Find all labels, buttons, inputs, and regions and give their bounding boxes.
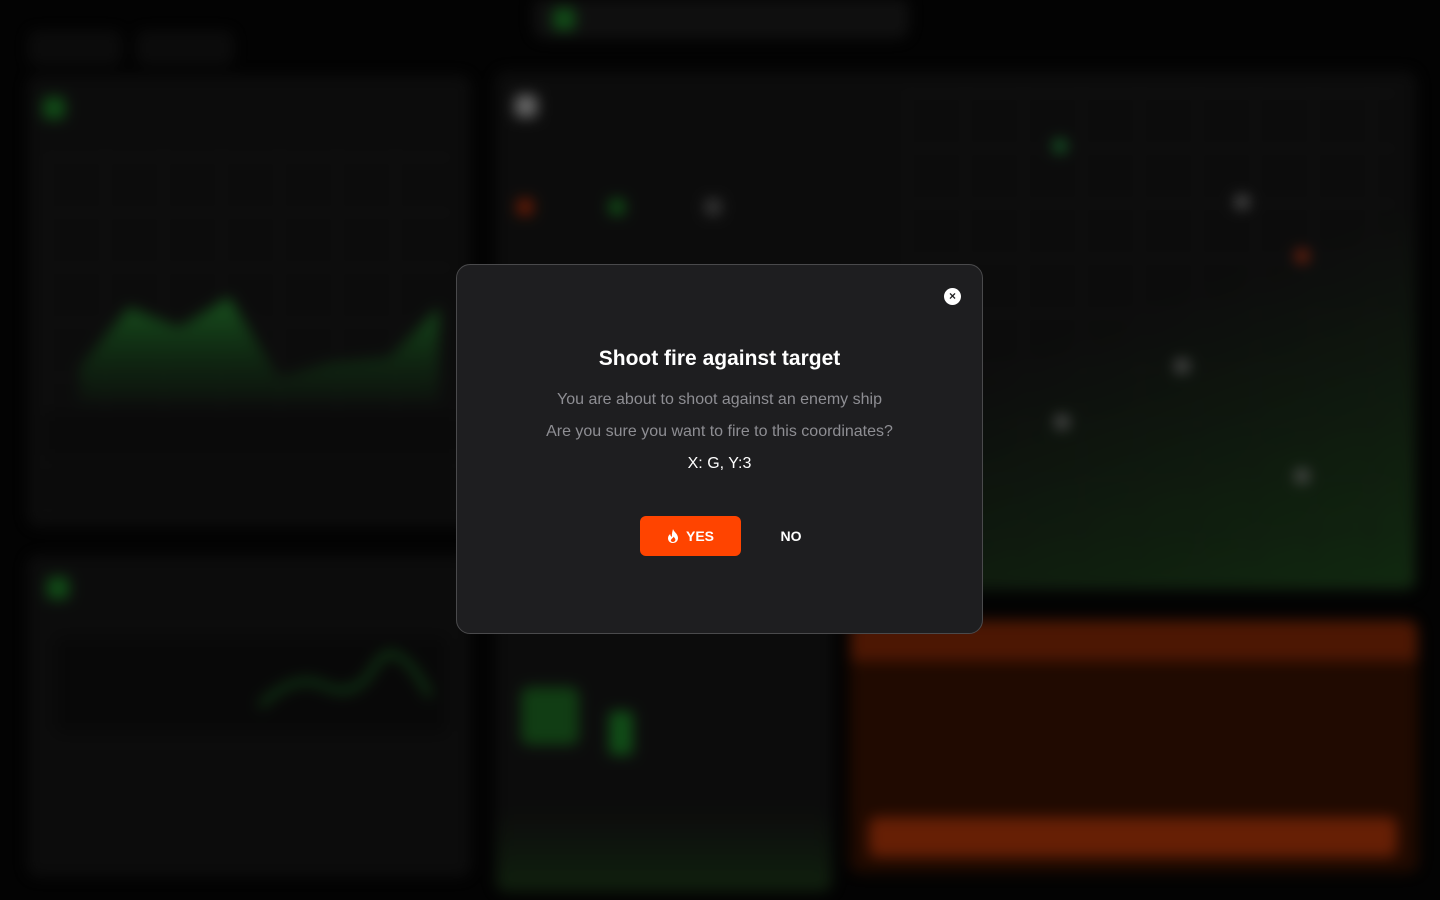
target-coordinates: X: G, Y:3 <box>687 455 752 472</box>
fire-confirmation-dialog: × Shoot fire against target You are abou… <box>456 264 983 634</box>
dialog-message-2: Are you sure you want to fire to this co… <box>546 423 893 440</box>
dialog-title: Shoot fire against target <box>598 347 841 370</box>
yes-button[interactable]: YES <box>640 516 741 556</box>
yes-label: YES <box>685 528 714 544</box>
dialog-message-1: You are about to shoot against an enemy … <box>557 391 882 408</box>
no-button[interactable]: NO <box>757 516 825 556</box>
flame-icon <box>667 529 678 543</box>
close-icon[interactable]: × <box>944 288 961 305</box>
no-label: NO <box>780 528 802 544</box>
